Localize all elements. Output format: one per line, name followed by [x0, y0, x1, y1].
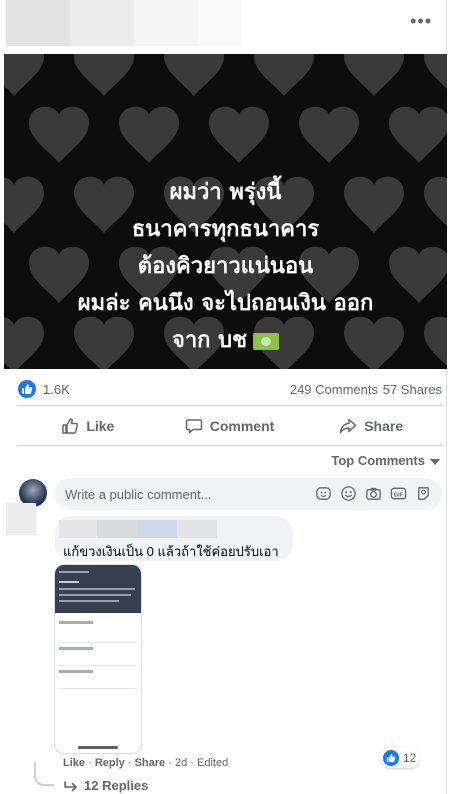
attachment-text-line	[59, 571, 89, 573]
comment-edited: Edited	[197, 757, 229, 769]
view-replies-link[interactable]: 12 Replies	[64, 778, 148, 793]
attachment-divider	[59, 642, 137, 643]
caption-line: จาก บช	[171, 328, 248, 353]
redacted-name[interactable]	[177, 520, 217, 538]
thumbs-up-icon	[62, 418, 79, 434]
separator: ·	[88, 757, 92, 769]
attachment-text-line	[59, 621, 93, 624]
composer-icons: GIF	[315, 485, 432, 502]
comments-sort-label: Top Comments	[331, 453, 425, 468]
separator: ·	[190, 757, 194, 769]
caption-line: ธนาคารทุกธนาคาร	[131, 217, 320, 242]
share-button[interactable]: Share	[300, 408, 442, 444]
comment-meta: Like · Reply · Share · 2d · Edited	[63, 757, 228, 769]
gif-icon[interactable]: GIF	[390, 485, 407, 502]
divider	[17, 445, 442, 446]
caption-line: ผมว่า พรุ่งนี้	[169, 180, 282, 205]
comments-count[interactable]: 249 Comments	[290, 382, 378, 397]
redacted-name[interactable]	[137, 520, 177, 538]
like-reaction-icon[interactable]	[18, 380, 36, 398]
separator: ·	[168, 757, 172, 769]
comment-like-number: 12	[403, 751, 417, 765]
comment-text: แก้ขวงเงินเป็น 0 แล้วถ้าใช้ค่อยปรับเอา	[63, 544, 279, 559]
attachment-header	[55, 565, 141, 613]
emoji-icon[interactable]	[340, 485, 357, 502]
post-header: •••	[0, 0, 450, 54]
caption-line: ต้องคิวยาวแน่นอน	[137, 254, 314, 279]
commenter-avatar-redacted[interactable]	[6, 503, 36, 535]
caption-line-with-emoji: จาก บช	[4, 322, 447, 359]
sticker-icon[interactable]	[315, 485, 332, 502]
like-label: Like	[86, 418, 115, 434]
attachment-text-line	[59, 594, 131, 596]
comment-input[interactable]: Write a public comment... GIF	[55, 478, 442, 510]
attachment-divider	[59, 688, 137, 689]
comment-button[interactable]: Comment	[159, 408, 301, 444]
comment-reply-link[interactable]: Reply	[95, 757, 125, 769]
like-button[interactable]: Like	[17, 408, 159, 444]
comment-bubble: แก้ขวงเงินเป็น 0 แล้วถ้าใช้ค่อยปรับเอา	[55, 516, 293, 561]
attachment-text-line	[59, 647, 93, 650]
avatar-sticker-icon[interactable]	[415, 485, 432, 502]
redacted-name[interactable]	[97, 520, 137, 538]
redacted-author-block	[70, 0, 134, 46]
caption-line: ผมล่ะ คนนึง จะไปถอนเงิน ออก	[77, 291, 374, 316]
comment-attachment-image[interactable]	[54, 564, 142, 754]
comment-share-link[interactable]: Share	[135, 757, 166, 769]
comment-icon	[185, 419, 202, 434]
separator: ·	[127, 757, 132, 769]
attachment-text-line	[59, 600, 119, 602]
attachment-home-indicator	[78, 746, 118, 749]
reaction-count[interactable]: 1.6K	[43, 382, 70, 397]
chevron-down-icon	[430, 458, 440, 465]
divider	[17, 405, 442, 406]
attachment-text-line	[59, 588, 135, 590]
like-reaction-icon	[383, 750, 399, 766]
redacted-author-block	[134, 0, 198, 46]
camera-icon[interactable]	[365, 485, 382, 502]
comments-sort-dropdown[interactable]: Top Comments	[331, 453, 440, 468]
thread-connector	[34, 762, 54, 786]
post-actions: Like Comment Share	[17, 408, 442, 444]
svg-text:GIF: GIF	[394, 492, 404, 498]
reply-arrow-icon	[64, 780, 77, 791]
money-icon	[253, 332, 280, 350]
redacted-author-block	[6, 0, 70, 46]
share-label: Share	[364, 418, 404, 434]
comment-input-placeholder: Write a public comment...	[65, 487, 212, 502]
comment-like-count[interactable]: 12	[381, 748, 421, 768]
replies-label: 12 Replies	[84, 778, 149, 793]
comment-time[interactable]: 2d	[175, 757, 187, 769]
reactions-summary: 1.6K 249 Comments 57 Shares	[18, 378, 442, 400]
attachment-text-line	[59, 670, 93, 673]
attachment-divider	[59, 665, 137, 666]
comment-label: Comment	[209, 418, 275, 434]
more-options-icon[interactable]: •••	[410, 12, 432, 30]
shares-count[interactable]: 57 Shares	[383, 382, 442, 397]
image-caption: ผมว่า พรุ่งนี้ ธนาคารทุกธนาคาร ต้องคิวยา…	[4, 174, 447, 359]
redacted-name[interactable]	[59, 520, 97, 538]
post-image[interactable]: ผมว่า พรุ่งนี้ ธนาคารทุกธนาคาร ต้องคิวยา…	[4, 54, 447, 369]
redacted-author-block	[198, 0, 242, 46]
attachment-text-line	[59, 581, 79, 583]
comment-like-link[interactable]: Like	[63, 757, 85, 769]
share-icon	[339, 418, 357, 434]
